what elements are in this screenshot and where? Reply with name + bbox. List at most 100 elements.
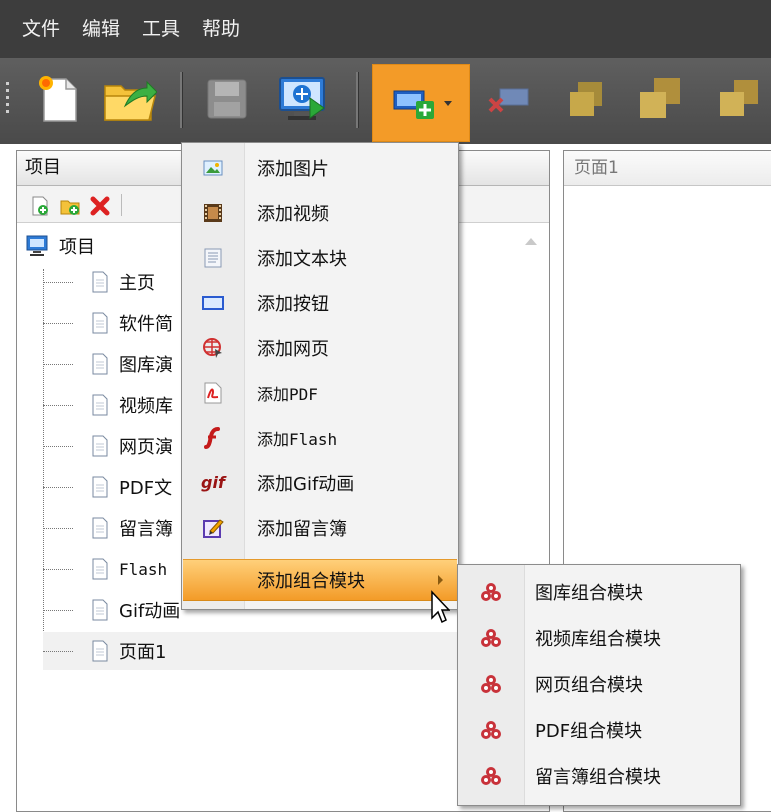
page-icon xyxy=(92,517,108,539)
layer-up-icon xyxy=(720,80,758,116)
mouse-cursor-icon xyxy=(430,590,451,635)
delete-element-button[interactable] xyxy=(476,68,538,130)
delete-element-icon xyxy=(488,88,529,113)
tree-item[interactable]: 主页 xyxy=(43,263,155,301)
gif-icon: gif xyxy=(201,473,225,492)
menu-item-label: 添加文本块 xyxy=(257,248,347,270)
tree-item[interactable]: 图库演 xyxy=(43,345,173,383)
module-icon xyxy=(481,583,501,601)
preview-button[interactable] xyxy=(272,68,334,130)
menu-item-add-video[interactable]: 添加视频 xyxy=(183,191,457,234)
menu-item-add-pdf[interactable]: 添加PDF xyxy=(183,371,457,414)
add-element-icon xyxy=(393,90,434,119)
tree-item-label: Gif动画 xyxy=(119,601,181,622)
menu-item-add-picture[interactable]: 添加图片 xyxy=(183,146,457,189)
send-back-button[interactable] xyxy=(628,68,690,130)
add-folder-icon[interactable] xyxy=(59,195,81,222)
tree-item[interactable]: Gif动画 xyxy=(43,591,180,629)
submenu-item-webpage-module[interactable]: 网页组合模块 xyxy=(459,661,739,707)
page-icon xyxy=(92,271,108,293)
bring-front-button[interactable] xyxy=(556,68,618,130)
tree-item-label: 软件简 xyxy=(119,314,173,335)
tree-item[interactable]: 网页演 xyxy=(43,427,173,465)
submenu-item-label: PDF组合模块 xyxy=(535,721,643,742)
page-icon xyxy=(92,476,108,498)
dropdown-arrow-icon xyxy=(444,100,452,106)
delete-icon[interactable] xyxy=(89,195,111,222)
menu-item-add-guestbook[interactable]: 添加留言簿 xyxy=(183,506,457,549)
tree-item[interactable]: 留言簿 xyxy=(43,509,173,547)
tree-item[interactable]: 视频库 xyxy=(43,386,173,424)
monitor-preview-icon xyxy=(279,77,325,120)
save-button[interactable] xyxy=(196,68,258,130)
tree-item-label: PDF文 xyxy=(119,478,173,499)
menu-item-add-gif[interactable]: gif 添加Gif动画 xyxy=(183,461,457,504)
open-folder-icon xyxy=(104,80,157,121)
menu-item-add-webpage[interactable]: 添加网页 xyxy=(183,326,457,369)
menu-edit[interactable]: 编辑 xyxy=(71,0,131,58)
module-icon xyxy=(481,721,501,739)
menu-file[interactable]: 文件 xyxy=(0,0,71,58)
page-icon xyxy=(92,558,108,580)
tree-item-label: Flash xyxy=(119,559,168,579)
menu-item-label: 添加图片 xyxy=(257,158,329,180)
submenu-arrow-icon xyxy=(438,575,443,585)
open-project-button[interactable] xyxy=(98,68,160,130)
toolbar xyxy=(0,58,771,144)
submenu-item-pdf-module[interactable]: PDF组合模块 xyxy=(459,707,739,753)
new-project-button[interactable] xyxy=(28,68,90,130)
menu-item-label: 添加Gif动画 xyxy=(257,473,355,495)
tree-item-label: 主页 xyxy=(119,273,155,294)
tree-item[interactable]: 软件简 xyxy=(43,304,173,342)
menu-item-label: 添加PDF xyxy=(257,384,318,404)
add-element-dropdown-button[interactable] xyxy=(372,64,470,142)
submenu-item-gallery-module[interactable]: 图库组合模块 xyxy=(459,569,739,615)
page-icon xyxy=(92,394,108,416)
add-page-icon[interactable] xyxy=(29,195,51,222)
globe-icon xyxy=(203,337,222,358)
picture-icon xyxy=(203,160,223,175)
tree-item[interactable]: PDF文 xyxy=(43,468,172,506)
toolbar-grip[interactable] xyxy=(6,82,9,116)
film-icon xyxy=(204,203,222,222)
guestbook-icon xyxy=(203,518,224,538)
tree-root[interactable]: 项目 xyxy=(25,231,95,261)
module-icon xyxy=(481,629,501,647)
scroll-up-arrow-icon[interactable] xyxy=(525,238,537,245)
submenu-item-label: 留言簿组合模块 xyxy=(535,767,661,788)
menu-item-label: 添加组合模块 xyxy=(257,571,365,592)
tree-item-label: 网页演 xyxy=(119,437,173,458)
tree-item-label: 留言簿 xyxy=(119,519,173,540)
toolbar-separator xyxy=(180,72,183,128)
new-document-icon xyxy=(39,76,77,122)
page-panel-title: 页面1 xyxy=(564,151,771,186)
submenu-item-guestbook-module[interactable]: 留言簿组合模块 xyxy=(459,753,739,799)
add-element-menu: 添加图片 添加视频 添加文本块 添加按钮 添加网页 添加PDF 添加Flash … xyxy=(181,142,459,610)
menu-help[interactable]: 帮助 xyxy=(191,0,251,58)
module-icon xyxy=(481,675,501,693)
menu-item-add-button[interactable]: 添加按钮 xyxy=(183,281,457,324)
menu-item-add-flash[interactable]: 添加Flash xyxy=(183,416,457,459)
menu-tools[interactable]: 工具 xyxy=(131,0,191,58)
submenu-item-label: 网页组合模块 xyxy=(535,675,643,696)
tree-item-label: 页面1 xyxy=(119,642,167,663)
layer-up-button[interactable] xyxy=(706,68,768,130)
submenu-item-video-module[interactable]: 视频库组合模块 xyxy=(459,615,739,661)
menu-item-label: 添加视频 xyxy=(257,203,329,225)
tree-item-selected[interactable]: 页面1 xyxy=(43,632,523,670)
menu-item-add-combo-module[interactable]: 添加组合模块 xyxy=(183,559,457,601)
page-icon xyxy=(92,599,108,621)
menu-item-add-text-block[interactable]: 添加文本块 xyxy=(183,236,457,279)
tree-item[interactable]: Flash xyxy=(43,550,167,588)
menu-item-label: 添加Flash xyxy=(257,429,338,449)
text-block-icon xyxy=(204,248,222,267)
page-icon xyxy=(92,435,108,457)
button-icon xyxy=(202,295,224,310)
toolbar-separator xyxy=(356,72,359,128)
tree-item-label: 视频库 xyxy=(119,396,173,417)
menu-item-label: 添加按钮 xyxy=(257,293,329,315)
combo-module-submenu: 图库组合模块 视频库组合模块 网页组合模块 PDF组合模块 留言簿组合模块 xyxy=(457,564,741,806)
page-icon xyxy=(92,353,108,375)
save-disk-icon xyxy=(207,79,247,119)
toolbar-separator xyxy=(121,194,122,216)
